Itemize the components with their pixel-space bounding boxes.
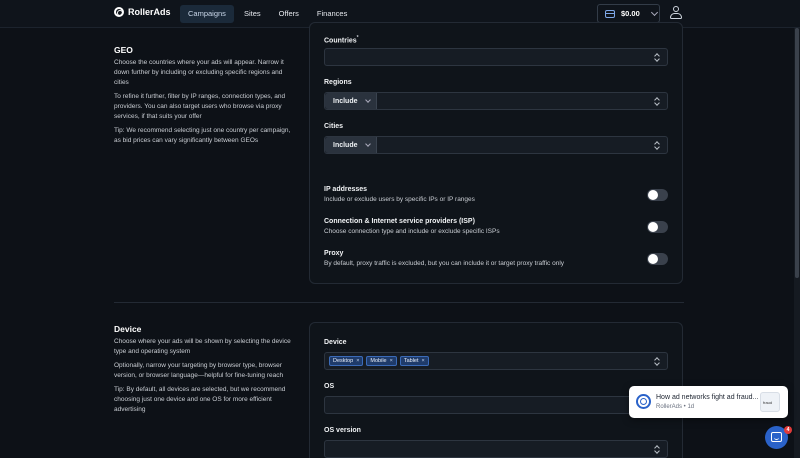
brand-name: RollerAds <box>128 7 171 17</box>
geo-refine-text: To refine it further, filter by IP range… <box>114 93 286 120</box>
cities-label: Cities <box>324 123 344 130</box>
chip-tablet[interactable]: Tablet × <box>399 356 429 366</box>
balance-dropdown[interactable]: $0.00 <box>597 4 660 23</box>
proxy-title: Proxy <box>324 250 344 257</box>
device-label: Device <box>324 339 347 346</box>
device-description: Choose where your ads will be shown by s… <box>114 338 291 355</box>
select-arrows-icon <box>654 141 660 150</box>
proxy-toggle[interactable] <box>647 253 668 265</box>
os-label: OS <box>324 383 335 390</box>
remove-chip-icon[interactable]: × <box>356 358 359 364</box>
os-version-label: OS version <box>324 427 361 434</box>
wallet-icon <box>605 9 615 18</box>
ip-addresses-desc: Include or exclude users by specific IPs… <box>324 196 475 203</box>
notification-thumbnail: fraud <box>760 392 780 412</box>
select-arrows-icon <box>654 357 660 366</box>
chevron-down-icon <box>364 141 371 147</box>
nav-sites[interactable]: Sites <box>236 5 269 23</box>
select-arrows-icon <box>654 53 660 62</box>
device-panel <box>309 322 683 458</box>
news-notification[interactable]: How ad networks fight ad fraud... Roller… <box>629 386 788 418</box>
ip-addresses-toggle[interactable] <box>647 189 668 201</box>
ip-addresses-title: IP addresses <box>324 186 368 193</box>
isp-title: Connection & Internet service providers … <box>324 218 475 225</box>
regions-label: Regions <box>324 79 352 86</box>
chat-icon <box>771 432 782 442</box>
device-select[interactable]: Desktop × Mobile × Tablet × <box>324 352 668 370</box>
device-tip: Tip: By default, all devices are selecte… <box>114 386 286 413</box>
device-chips: Desktop × Mobile × Tablet × <box>329 356 429 366</box>
remove-chip-icon[interactable]: × <box>390 358 393 364</box>
main-nav: Campaigns Sites Offers Finances <box>180 5 355 23</box>
isp-desc: Choose connection type and include or ex… <box>324 228 500 235</box>
rollerads-avatar-icon <box>636 394 651 409</box>
brand-logo[interactable]: RollerAds <box>114 7 171 17</box>
notification-meta: RollerAds • 1d <box>656 404 695 410</box>
nav-finances[interactable]: Finances <box>309 5 355 23</box>
regions-select[interactable]: Include <box>324 92 668 110</box>
chip-desktop[interactable]: Desktop × <box>329 356 364 366</box>
select-arrows-icon <box>654 445 660 454</box>
cities-include-dropdown[interactable]: Include <box>325 137 377 153</box>
chip-mobile[interactable]: Mobile × <box>366 356 397 366</box>
nav-campaigns[interactable]: Campaigns <box>180 5 234 23</box>
rollerads-logo-icon <box>114 7 124 17</box>
device-optional-text: Optionally, narrow your targeting by bro… <box>114 362 284 379</box>
remove-chip-icon[interactable]: × <box>422 358 425 364</box>
device-section-title: Device <box>114 324 142 334</box>
regions-include-dropdown[interactable]: Include <box>325 93 377 109</box>
isp-toggle[interactable] <box>647 221 668 233</box>
geo-section-title: GEO <box>114 45 133 55</box>
select-arrows-icon <box>654 97 660 106</box>
countries-select[interactable] <box>324 48 668 66</box>
countries-label: Countries* <box>324 35 359 45</box>
chevron-down-icon <box>650 8 658 16</box>
geo-tip: Tip: We recommend selecting just one cou… <box>114 127 291 144</box>
chevron-down-icon <box>364 97 371 103</box>
balance-value: $0.00 <box>621 9 640 18</box>
proxy-desc: By default, proxy traffic is excluded, b… <box>324 260 565 267</box>
chat-unread-badge: 4 <box>784 426 792 434</box>
cities-select[interactable]: Include <box>324 136 668 154</box>
section-divider <box>114 302 684 303</box>
user-profile-icon[interactable] <box>670 6 682 20</box>
os-select[interactable] <box>324 396 668 414</box>
geo-description: Choose the countries where your ads will… <box>114 59 284 86</box>
notification-title: How ad networks fight ad fraud... <box>656 394 759 401</box>
page-scrollbar[interactable] <box>794 28 800 458</box>
nav-offers[interactable]: Offers <box>271 5 307 23</box>
os-version-select[interactable] <box>324 440 668 458</box>
scrollbar-thumb[interactable] <box>795 28 799 278</box>
